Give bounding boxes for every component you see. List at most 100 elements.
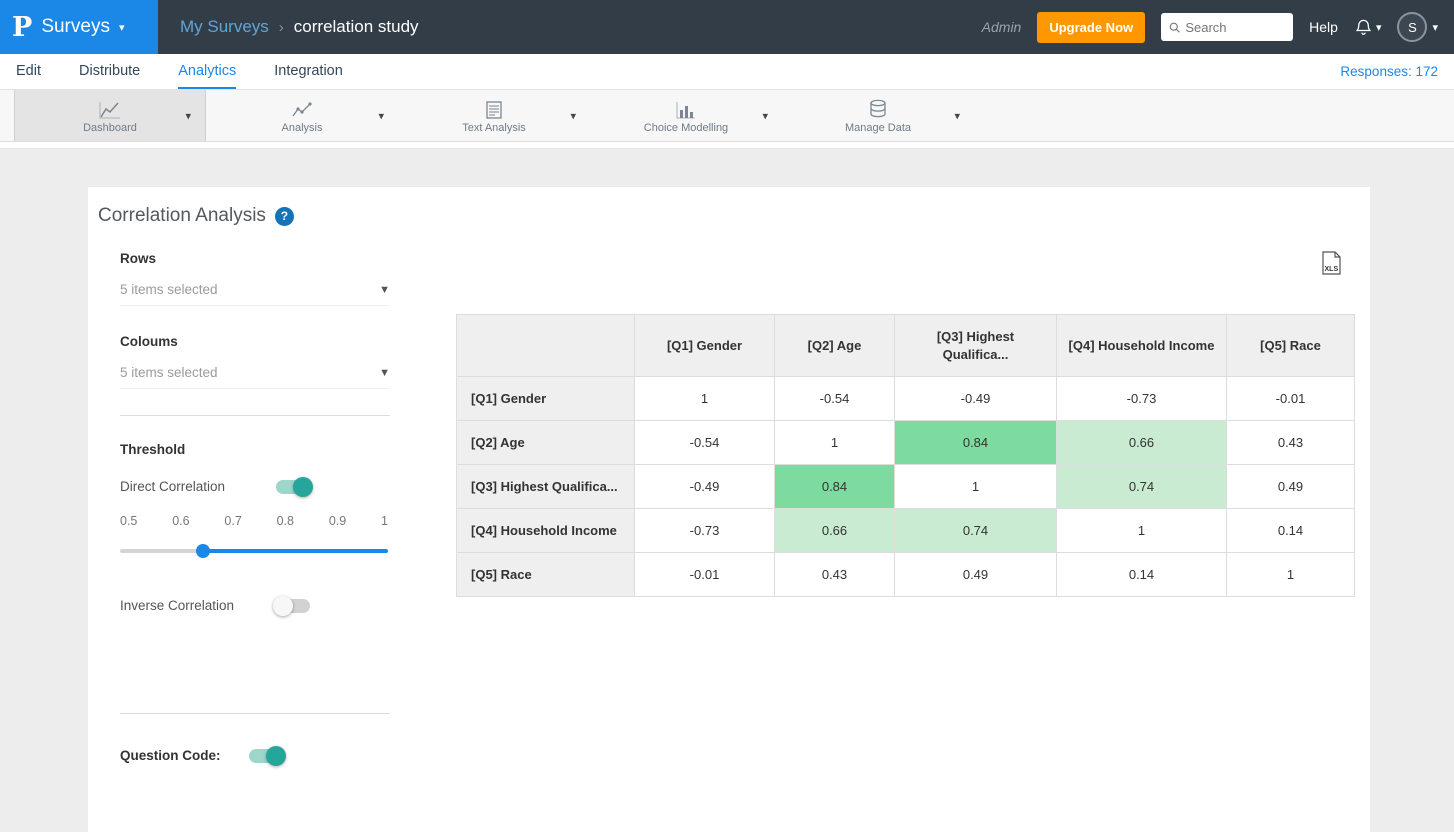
slider-handle[interactable] [196, 544, 211, 558]
ribbon-item-label: Manage Data [844, 122, 912, 134]
ribbon-gap [0, 142, 1454, 149]
search-icon [1169, 22, 1180, 33]
matrix-cell: 0.49 [1226, 464, 1355, 510]
matrix-row-header: [Q5] Race [456, 552, 635, 598]
divider [120, 415, 390, 416]
matrix-cell: -0.54 [634, 420, 775, 466]
matrix-row: [Q2] Age -0.54 1 0.84 0.66 0.43 [456, 420, 1355, 466]
xls-file-icon: XLS [1322, 251, 1341, 275]
correlation-analysis-card: Correlation Analysis ? Rows 5 items sele… [88, 187, 1370, 832]
brand-logo: P [12, 11, 33, 43]
inverse-correlation-label: Inverse Correlation [120, 598, 235, 613]
survey-nav: Edit Distribute Analytics Integration Re… [0, 54, 1454, 90]
document-grid-icon [485, 97, 503, 119]
slider-track-active [203, 549, 388, 553]
scale-tick: 0.6 [172, 514, 190, 528]
ribbon-item-label: Text Analysis [462, 122, 526, 134]
app-menu[interactable]: P Surveys ▾ [0, 0, 158, 54]
threshold-scale: 0.5 0.6 0.7 0.8 0.9 1 [120, 514, 388, 528]
responses-count[interactable]: Responses: 172 [1340, 54, 1438, 89]
scale-tick: 0.7 [224, 514, 242, 528]
direct-correlation-label: Direct Correlation [120, 479, 226, 494]
help-question-icon[interactable]: ? [274, 206, 294, 226]
scale-tick: 0.8 [276, 514, 294, 528]
ribbon-item-label: Dashboard [83, 122, 137, 134]
chevron-down-icon[interactable]: ▾ [378, 109, 384, 122]
matrix-cell: 1 [774, 420, 895, 466]
scale-tick: 1 [381, 514, 388, 528]
database-icon [869, 97, 887, 119]
ribbon-item-label: Analysis [281, 122, 323, 134]
matrix-cell: 0.74 [894, 508, 1057, 554]
scale-tick: 0.5 [120, 514, 138, 528]
account-menu[interactable]: S ▾ [1397, 12, 1438, 42]
chevron-down-icon: ▼ [379, 366, 390, 379]
matrix-col-header: [Q3] Highest Qualifica... [894, 313, 1057, 378]
matrix-cell: 0.84 [894, 420, 1057, 466]
upgrade-now-button[interactable]: Upgrade Now [1037, 11, 1146, 43]
matrix-col-header: [Q5] Race [1226, 313, 1355, 378]
topbar: P Surveys ▾ My Surveys › correlation stu… [0, 0, 1454, 54]
chevron-down-icon[interactable]: ▾ [762, 109, 768, 122]
matrix-corner-cell [456, 313, 635, 378]
columns-select[interactable]: 5 items selected ▼ [120, 365, 390, 389]
matrix-cell: 0.49 [894, 552, 1057, 598]
breadcrumb-current: correlation study [293, 17, 419, 36]
breadcrumb: My Surveys › correlation study [180, 17, 419, 37]
chevron-down-icon[interactable]: ▾ [954, 109, 960, 122]
direct-correlation-toggle[interactable] [276, 476, 313, 497]
notifications-menu[interactable]: ▾ [1354, 18, 1381, 37]
rows-select[interactable]: 5 items selected ▼ [120, 282, 390, 306]
ribbon-item-manage-data[interactable]: Manage Data ▾ [782, 90, 974, 141]
search-box[interactable] [1161, 13, 1294, 41]
question-code-toggle[interactable] [248, 745, 286, 766]
matrix-row: [Q5] Race -0.01 0.43 0.49 0.14 1 [456, 552, 1355, 598]
tab-distribute[interactable]: Distribute [79, 54, 140, 89]
scatter-line-chart-icon [291, 97, 313, 119]
matrix-cell: 1 [1226, 552, 1355, 598]
correlation-matrix: [Q1] Gender [Q2] Age [Q3] Highest Qualific… [456, 313, 1355, 598]
ribbon-item-dashboard[interactable]: Dashboard ▾ [14, 90, 206, 141]
breadcrumb-separator-icon: › [278, 18, 284, 36]
chevron-down-icon: ▼ [379, 283, 390, 296]
inverse-correlation-toggle[interactable] [273, 595, 310, 616]
matrix-cell: -0.73 [634, 508, 775, 554]
matrix-row: [Q3] Highest Qualifica... -0.49 0.84 1 0.74 0… [456, 464, 1355, 510]
columns-label: Coloums [120, 334, 178, 349]
matrix-col-header: [Q1] Gender [634, 313, 775, 378]
admin-label: Admin [981, 19, 1022, 35]
tab-integration[interactable]: Integration [274, 54, 343, 89]
matrix-cell: 0.43 [774, 552, 895, 598]
chevron-down-icon[interactable]: ▾ [185, 109, 191, 122]
app-menu-label: Surveys [41, 16, 110, 37]
chevron-down-icon[interactable]: ▾ [570, 109, 576, 122]
bell-icon [1355, 19, 1372, 35]
svg-text:XLS: XLS [1325, 266, 1339, 273]
matrix-row-header: [Q4] Household Income [456, 508, 635, 554]
matrix-row-header: [Q2] Age [456, 420, 635, 466]
matrix-row: [Q4] Household Income -0.73 0.66 0.74 1 0.14 [456, 508, 1355, 554]
matrix-cell: -0.54 [774, 376, 895, 422]
matrix-row-header: [Q1] Gender [456, 376, 635, 422]
line-chart-icon [99, 97, 121, 119]
threshold-label: Threshold [120, 442, 186, 457]
tab-edit[interactable]: Edit [16, 54, 41, 89]
rows-select-value: 5 items selected [120, 282, 218, 297]
rows-label: Rows [120, 251, 157, 266]
matrix-head-row: [Q1] Gender [Q2] Age [Q3] Highest Qualific… [456, 313, 1355, 378]
search-input[interactable] [1185, 19, 1286, 35]
ribbon-item-analysis[interactable]: Analysis ▾ [206, 90, 398, 141]
matrix-cell: -0.01 [1226, 376, 1355, 422]
matrix-cell: 1 [1056, 508, 1227, 554]
export-xls-button[interactable]: XLS [1321, 251, 1342, 280]
analytics-ribbon: Dashboard ▾ Analysis ▾ Text Analysis ▾ C… [0, 90, 1454, 142]
threshold-slider[interactable] [120, 544, 388, 558]
tab-analytics[interactable]: Analytics [178, 54, 237, 89]
ribbon-item-text-analysis[interactable]: Text Analysis ▾ [398, 90, 590, 141]
help-link[interactable]: Help [1309, 19, 1338, 35]
ribbon-item-choice-modelling[interactable]: Choice Modelling ▾ [590, 90, 782, 141]
matrix-cell: 0.66 [774, 508, 895, 554]
breadcrumb-parent[interactable]: My Surveys [180, 17, 269, 37]
slider-track-inactive [120, 549, 204, 553]
divider [120, 713, 390, 714]
